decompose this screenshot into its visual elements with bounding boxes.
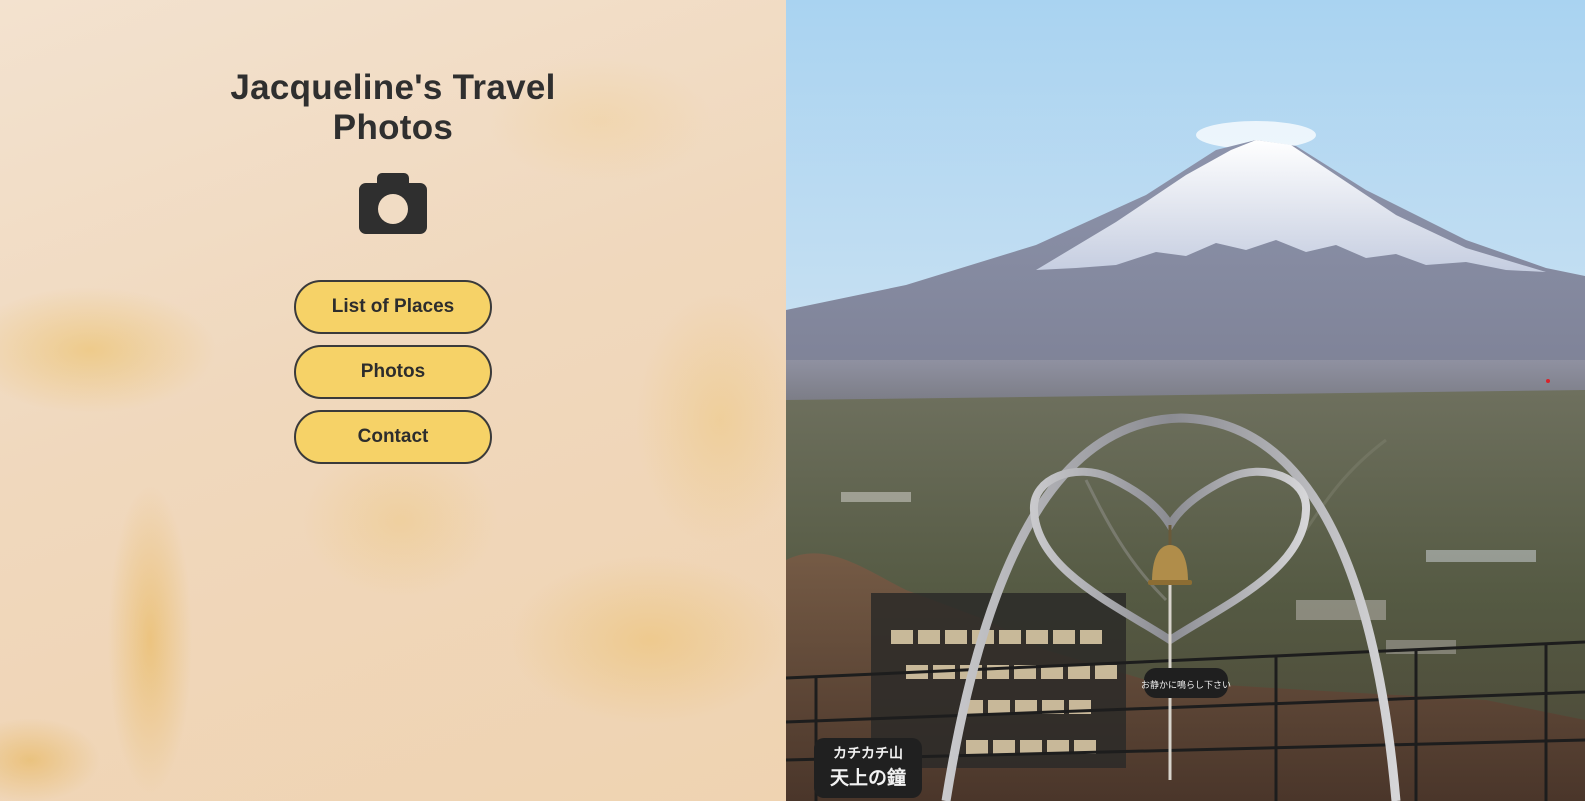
nav-photos-button[interactable]: Photos (294, 345, 492, 399)
page: Jacqueline's Travel Photos List of Place… (0, 0, 1585, 801)
small-sign-text: お静かに鳴らし下さい (1141, 679, 1231, 691)
hero-photo: お静かに鳴らし下さい カチカチ山 天上の鐘 (786, 0, 1585, 801)
nav-list-of-places-button[interactable]: List of Places (294, 280, 492, 334)
sign-line-2: 天上の鐘 (830, 766, 906, 789)
main-nav: List of Places Photos Contact (294, 280, 492, 464)
nav-contact-button[interactable]: Contact (294, 410, 492, 464)
sidebar-panel: Jacqueline's Travel Photos List of Place… (0, 0, 786, 801)
site-title: Jacqueline's Travel Photos (230, 68, 556, 147)
camera-icon (357, 172, 429, 236)
sign-line-1: カチカチ山 (833, 746, 903, 762)
